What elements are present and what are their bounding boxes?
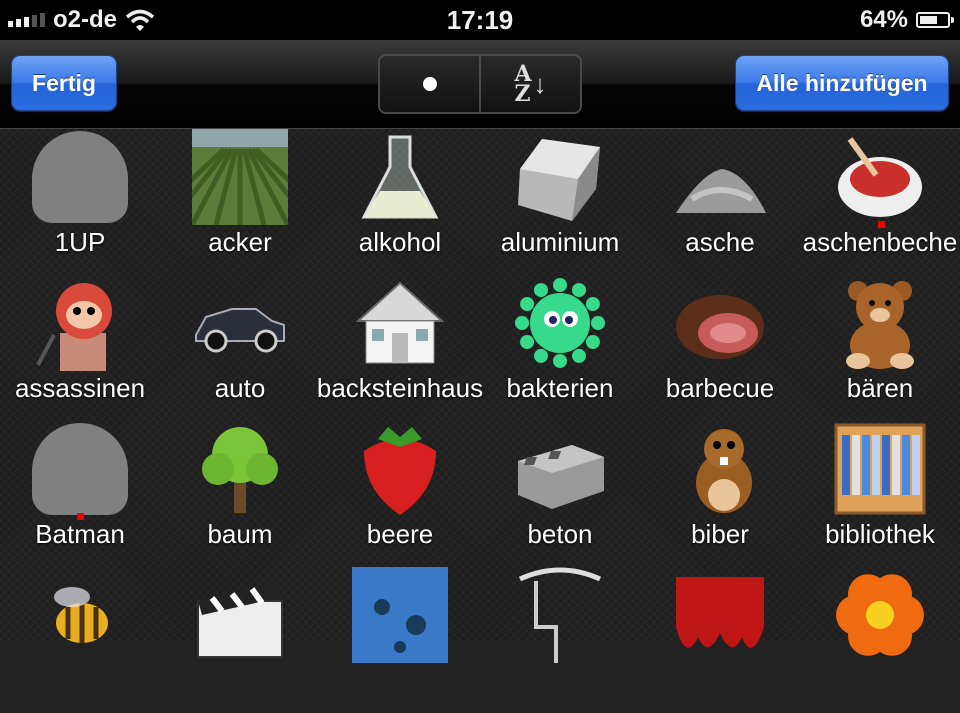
beaver-icon xyxy=(672,421,768,517)
status-bar: o2-de 17:19 64% xyxy=(0,0,960,40)
placeholder-icon xyxy=(32,421,128,517)
grid-item-label: aluminium xyxy=(500,227,620,257)
grid-item[interactable] xyxy=(480,567,640,713)
field-icon xyxy=(192,129,288,225)
segment-dot[interactable] xyxy=(380,56,479,112)
grid-item-label: beton xyxy=(527,519,593,549)
placeholder-icon xyxy=(32,129,128,225)
flower-icon xyxy=(832,567,928,663)
grid-item[interactable] xyxy=(0,567,160,713)
grid-item-label: assassinen xyxy=(14,373,146,403)
grid-item[interactable]: Batman xyxy=(0,421,160,567)
grid-item-label: Batman xyxy=(35,519,125,549)
grid-item-label: auto xyxy=(214,373,266,403)
grid-item[interactable]: acker xyxy=(160,129,320,275)
grid-item-label: barbecue xyxy=(665,373,775,403)
clapperboard-icon xyxy=(192,567,288,663)
metal-bar-icon xyxy=(512,129,608,225)
tree-icon xyxy=(192,421,288,517)
sort-arrow-icon: ↓ xyxy=(533,68,547,99)
add-all-button[interactable]: Alle hinzufügen xyxy=(735,55,949,111)
grid-item[interactable] xyxy=(640,567,800,713)
battery-percent: 64% xyxy=(859,6,908,33)
item-grid: 1UP acker alkohol aluminium asche aschenbeche… xyxy=(0,129,960,663)
grid-item-label: 1UP xyxy=(54,227,106,257)
ashtray-icon xyxy=(832,129,928,225)
toolbar: Fertig A Z ↓ Alle hinzufügen xyxy=(0,40,960,129)
segment-sort-az[interactable]: A Z ↓ xyxy=(479,56,580,112)
car-icon xyxy=(192,275,288,371)
grid-item[interactable]: backsteinhaus xyxy=(317,275,483,421)
grid-item[interactable]: asche xyxy=(640,129,800,275)
grid-item-label: asche xyxy=(685,227,755,257)
grid-item-label: biber xyxy=(691,519,749,549)
water-icon xyxy=(352,567,448,663)
grid-item[interactable]: 1UP xyxy=(0,129,160,275)
grid-item-label: alkohol xyxy=(358,227,442,257)
bee-icon xyxy=(32,567,128,663)
ash-pile-icon xyxy=(672,129,768,225)
grid-item[interactable]: bibliothek xyxy=(800,421,960,567)
grid-item[interactable]: aluminium xyxy=(480,129,640,275)
house-icon xyxy=(352,275,448,371)
marker-dot xyxy=(77,513,84,520)
grid-item[interactable]: baum xyxy=(160,421,320,567)
grid-item[interactable]: bären xyxy=(800,275,960,421)
status-right: 64% xyxy=(859,6,954,34)
grid-item-label: bären xyxy=(846,373,914,403)
grid-item-label: baum xyxy=(207,519,273,549)
grid-item-label: bakterien xyxy=(506,373,614,403)
grid-item[interactable]: barbecue xyxy=(640,275,800,421)
grid-item[interactable] xyxy=(320,567,480,713)
strawberry-icon xyxy=(352,421,448,517)
grid-item[interactable]: alkohol xyxy=(320,129,480,275)
sort-az-icon: A Z xyxy=(514,63,531,107)
sort-segmented-control: A Z ↓ xyxy=(378,54,582,114)
grid-item[interactable]: assassinen xyxy=(0,275,160,421)
pipe-icon xyxy=(512,567,608,663)
grid-item[interactable] xyxy=(800,567,960,713)
bacteria-icon xyxy=(512,275,608,371)
blood-icon xyxy=(672,567,768,663)
marker-dot xyxy=(878,221,885,228)
dot-icon xyxy=(422,77,437,91)
done-button[interactable]: Fertig xyxy=(11,55,117,111)
grid-item[interactable] xyxy=(160,567,320,713)
battery-icon xyxy=(916,12,954,28)
status-time: 17:19 xyxy=(446,5,514,35)
concrete-block-icon xyxy=(512,421,608,517)
grid-item[interactable]: beton xyxy=(480,421,640,567)
grid-item[interactable]: aschenbeche xyxy=(800,129,960,275)
grid-item-label: aschenbeche xyxy=(802,227,958,257)
grid-item[interactable]: bakterien xyxy=(480,275,640,421)
flask-icon xyxy=(352,129,448,225)
bear-icon xyxy=(832,275,928,371)
meat-icon xyxy=(672,275,768,371)
grid-item-label: acker xyxy=(208,227,272,257)
assassin-icon xyxy=(32,275,128,371)
grid-item[interactable]: beere xyxy=(320,421,480,567)
grid-item[interactable]: auto xyxy=(160,275,320,421)
bookshelf-icon xyxy=(832,421,928,517)
grid-item-label: backsteinhaus xyxy=(316,373,484,403)
grid-item-label: bibliothek xyxy=(825,519,935,549)
grid-item[interactable]: biber xyxy=(640,421,800,567)
grid-item-label: beere xyxy=(366,519,434,549)
sort-az-bottom: Z xyxy=(514,81,531,107)
battery-fill xyxy=(920,16,937,24)
